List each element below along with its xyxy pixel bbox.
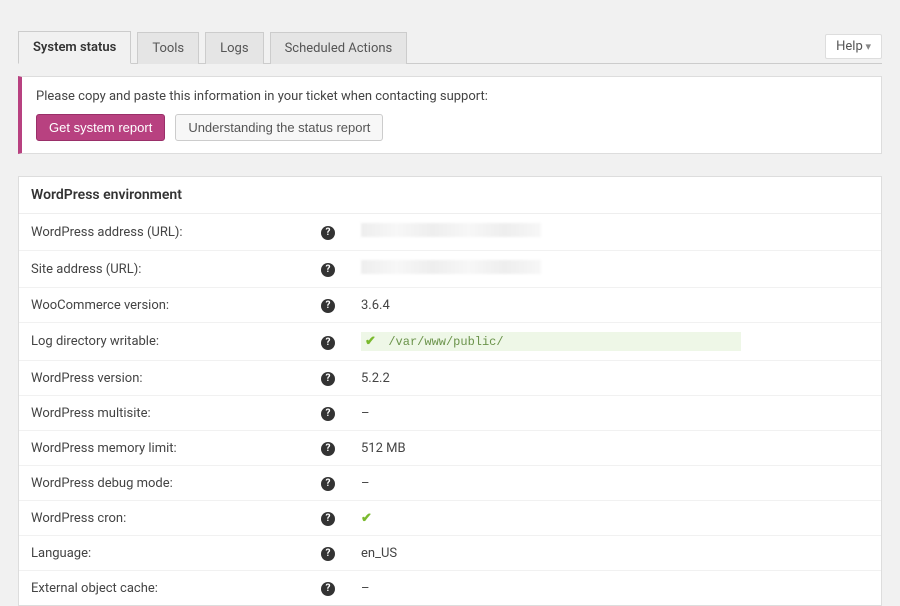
tab-tools[interactable]: Tools [137,32,199,64]
row-label: WordPress address (URL): [19,214,309,251]
row-label: Language: [19,536,309,571]
row-label: WordPress debug mode: [19,466,309,501]
tab-scheduled-actions[interactable]: Scheduled Actions [270,32,408,64]
help-icon[interactable]: ? [321,582,335,596]
help-icon[interactable]: ? [321,263,335,277]
table-row: Language: ? en_US [19,536,881,571]
status-table: WordPress address (URL): ? Site address … [19,214,881,605]
row-value: 3.6.4 [349,288,881,323]
tab-logs[interactable]: Logs [205,32,263,64]
help-icon[interactable]: ? [321,336,335,350]
row-value [349,251,881,288]
redacted-value [361,260,541,274]
row-label: WordPress cron: [19,501,309,536]
row-value: – [349,571,881,606]
row-value: 512 MB [349,431,881,466]
redacted-value [361,223,541,237]
table-row: External object cache: ? – [19,571,881,606]
table-row: WordPress address (URL): ? [19,214,881,251]
help-icon[interactable]: ? [321,372,335,386]
row-value: – [349,466,881,501]
row-value: en_US [349,536,881,571]
table-row: WordPress version: ? 5.2.2 [19,361,881,396]
log-path: /var/www/public/ [382,333,509,351]
panel-title: WordPress environment [19,177,881,214]
check-icon: ✔ [361,511,372,526]
help-icon[interactable]: ? [321,442,335,456]
tab-bar: System status Tools Logs Scheduled Actio… [18,30,882,64]
help-icon[interactable]: ? [321,512,335,526]
row-value: ✔ [349,501,881,536]
row-label: Site address (URL): [19,251,309,288]
help-icon[interactable]: ? [321,299,335,313]
tab-system-status[interactable]: System status [18,31,131,64]
table-row: WordPress memory limit: ? 512 MB [19,431,881,466]
table-row: WordPress multisite: ? – [19,396,881,431]
table-row: WooCommerce version: ? 3.6.4 [19,288,881,323]
understanding-report-button[interactable]: Understanding the status report [175,114,383,141]
check-icon: ✔ [365,334,376,349]
row-label: WordPress multisite: [19,396,309,431]
row-label: Log directory writable: [19,323,309,361]
support-notice: Please copy and paste this information i… [18,76,882,154]
table-row: WordPress debug mode: ? – [19,466,881,501]
help-dropdown[interactable]: Help [825,34,882,59]
table-row: WordPress cron: ? ✔ [19,501,881,536]
notice-text: Please copy and paste this information i… [36,89,867,104]
table-row: Log directory writable: ? ✔ /var/www/pub… [19,323,881,361]
row-label: WooCommerce version: [19,288,309,323]
help-icon[interactable]: ? [321,407,335,421]
row-value: 5.2.2 [349,361,881,396]
wordpress-environment-panel: WordPress environment WordPress address … [18,176,882,606]
row-label: WordPress memory limit: [19,431,309,466]
row-value: ✔ /var/www/public/ [349,323,881,361]
help-icon[interactable]: ? [321,226,335,240]
help-icon[interactable]: ? [321,547,335,561]
table-row: Site address (URL): ? [19,251,881,288]
row-label: WordPress version: [19,361,309,396]
get-system-report-button[interactable]: Get system report [36,114,165,141]
row-label: External object cache: [19,571,309,606]
help-icon[interactable]: ? [321,477,335,491]
row-value [349,214,881,251]
row-value: – [349,396,881,431]
